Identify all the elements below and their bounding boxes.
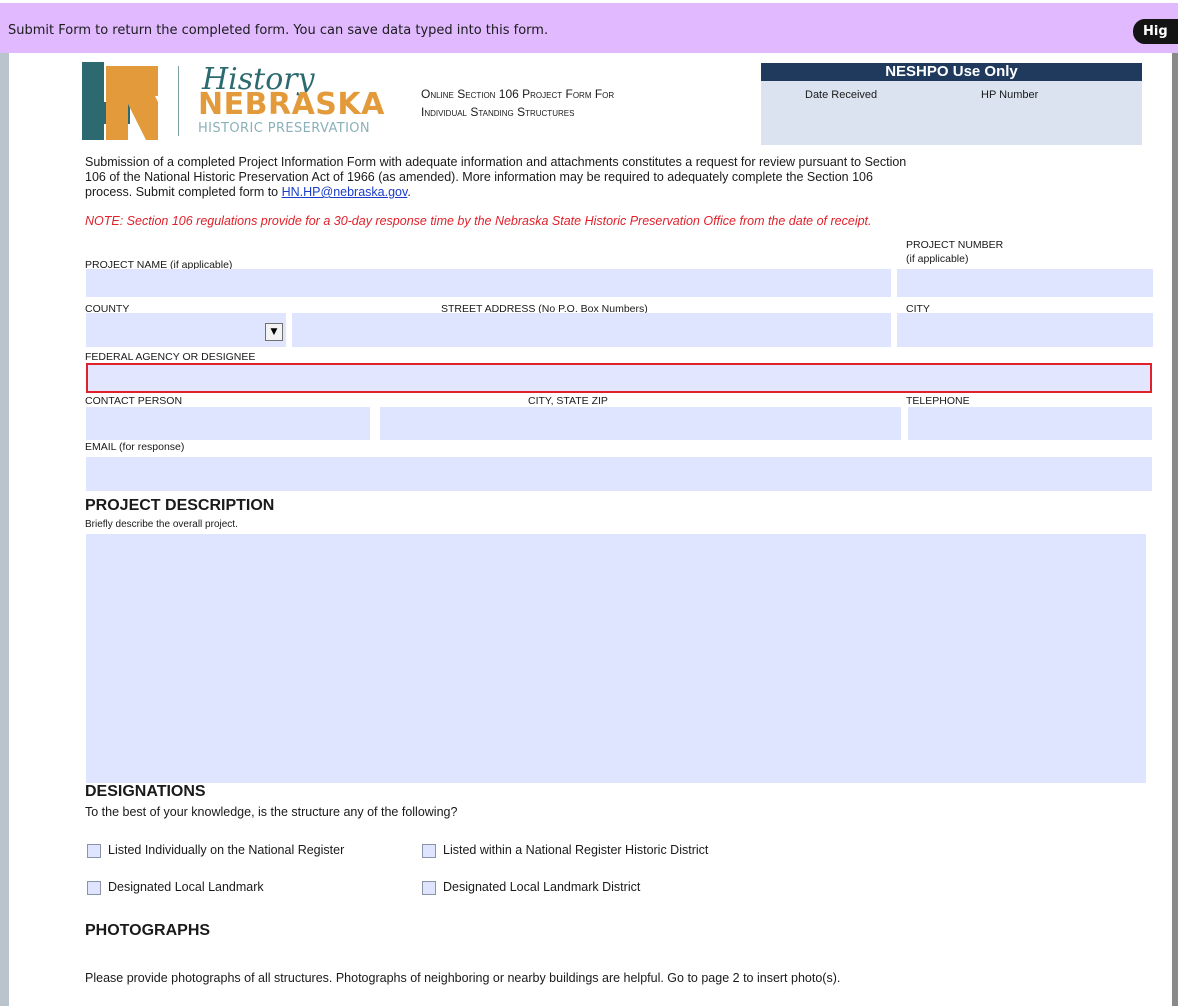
project-description-heading: PROJECT DESCRIPTION — [85, 497, 275, 514]
local-landmark-label: Designated Local Landmark — [108, 880, 264, 894]
intro-line-1: Submission of a completed Project Inform… — [85, 155, 907, 169]
history-nebraska-logo-icon — [82, 62, 158, 140]
project-number-label: PROJECT NUMBER — [906, 239, 1004, 251]
project-description-hint: Briefly describe the overall project. — [85, 519, 238, 530]
date-received-label: Date Received — [805, 89, 878, 101]
right-scrollbar-edge[interactable] — [1172, 53, 1178, 1006]
county-select[interactable] — [86, 313, 286, 347]
street-address-field[interactable] — [292, 313, 891, 347]
submit-email-link[interactable]: HN.HP@nebraska.gov — [282, 185, 408, 199]
listed-historic-district-checkbox[interactable] — [422, 844, 436, 858]
logo-historic-preservation-text: HISTORIC PRESERVATION — [198, 121, 371, 136]
listed-individually-checkbox[interactable] — [87, 844, 101, 858]
project-description-field[interactable] — [86, 534, 1146, 783]
listed-historic-district-label: Listed within a National Register Histor… — [443, 843, 709, 857]
logo-divider — [178, 66, 179, 136]
contact-person-label: CONTACT PERSON — [85, 395, 183, 407]
intro-line-2: 106 of the National Historic Preservatio… — [85, 170, 873, 184]
intro-line-3-prefix: process. Submit completed form to — [85, 185, 282, 199]
intro-line-3: process. Submit completed form to HN.HP@… — [85, 185, 1085, 200]
county-dropdown-arrow-icon[interactable]: ▼ — [265, 323, 283, 341]
intro-line-3-suffix: . — [407, 185, 411, 199]
project-number-label-2: (if applicable) — [906, 253, 969, 265]
designations-heading: DESIGNATIONS — [85, 783, 206, 800]
federal-agency-field[interactable] — [86, 363, 1152, 393]
city-field[interactable] — [897, 313, 1153, 347]
city-state-zip-field[interactable] — [380, 407, 901, 440]
designations-question: To the best of your knowledge, is the st… — [85, 805, 458, 819]
contact-person-field[interactable] — [86, 407, 370, 440]
local-landmark-district-label: Designated Local Landmark District — [443, 880, 641, 894]
neshpo-title: NESHPO Use Only — [761, 63, 1142, 81]
neshpo-use-only-box: NESHPO Use Only Date Received HP Number — [761, 63, 1142, 145]
email-label: EMAIL (for response) — [85, 441, 185, 453]
local-landmark-checkbox[interactable] — [87, 881, 101, 895]
form-notice-bar: Submit Form to return the completed form… — [0, 3, 1178, 53]
email-field[interactable] — [86, 457, 1152, 491]
local-landmark-district-checkbox[interactable] — [422, 881, 436, 895]
notice-text: Submit Form to return the completed form… — [8, 23, 549, 38]
federal-agency-label: FEDERAL AGENCY OR DESIGNEE — [85, 351, 256, 363]
telephone-field[interactable] — [908, 407, 1152, 440]
listed-individually-label: Listed Individually on the National Regi… — [108, 843, 345, 857]
photographs-heading: PHOTOGRAPHS — [85, 922, 211, 939]
photographs-text: Please provide photographs of all struct… — [85, 971, 841, 985]
form-title-line1: Online Section 106 Project Form For — [421, 87, 615, 101]
logo-nebraska-text: NEBRASKA — [198, 87, 385, 122]
hp-number-label: HP Number — [981, 89, 1039, 101]
city-state-zip-label: CITY, STATE ZIP — [528, 395, 608, 407]
response-time-note: NOTE: Section 106 regulations provide fo… — [85, 214, 872, 228]
telephone-label: TELEPHONE — [906, 395, 970, 407]
highlight-fields-button[interactable]: Hig — [1133, 19, 1178, 44]
form-title-line2: Individual Standing Structures — [421, 105, 575, 119]
project-number-field[interactable] — [897, 269, 1153, 297]
project-name-field[interactable] — [86, 269, 891, 297]
